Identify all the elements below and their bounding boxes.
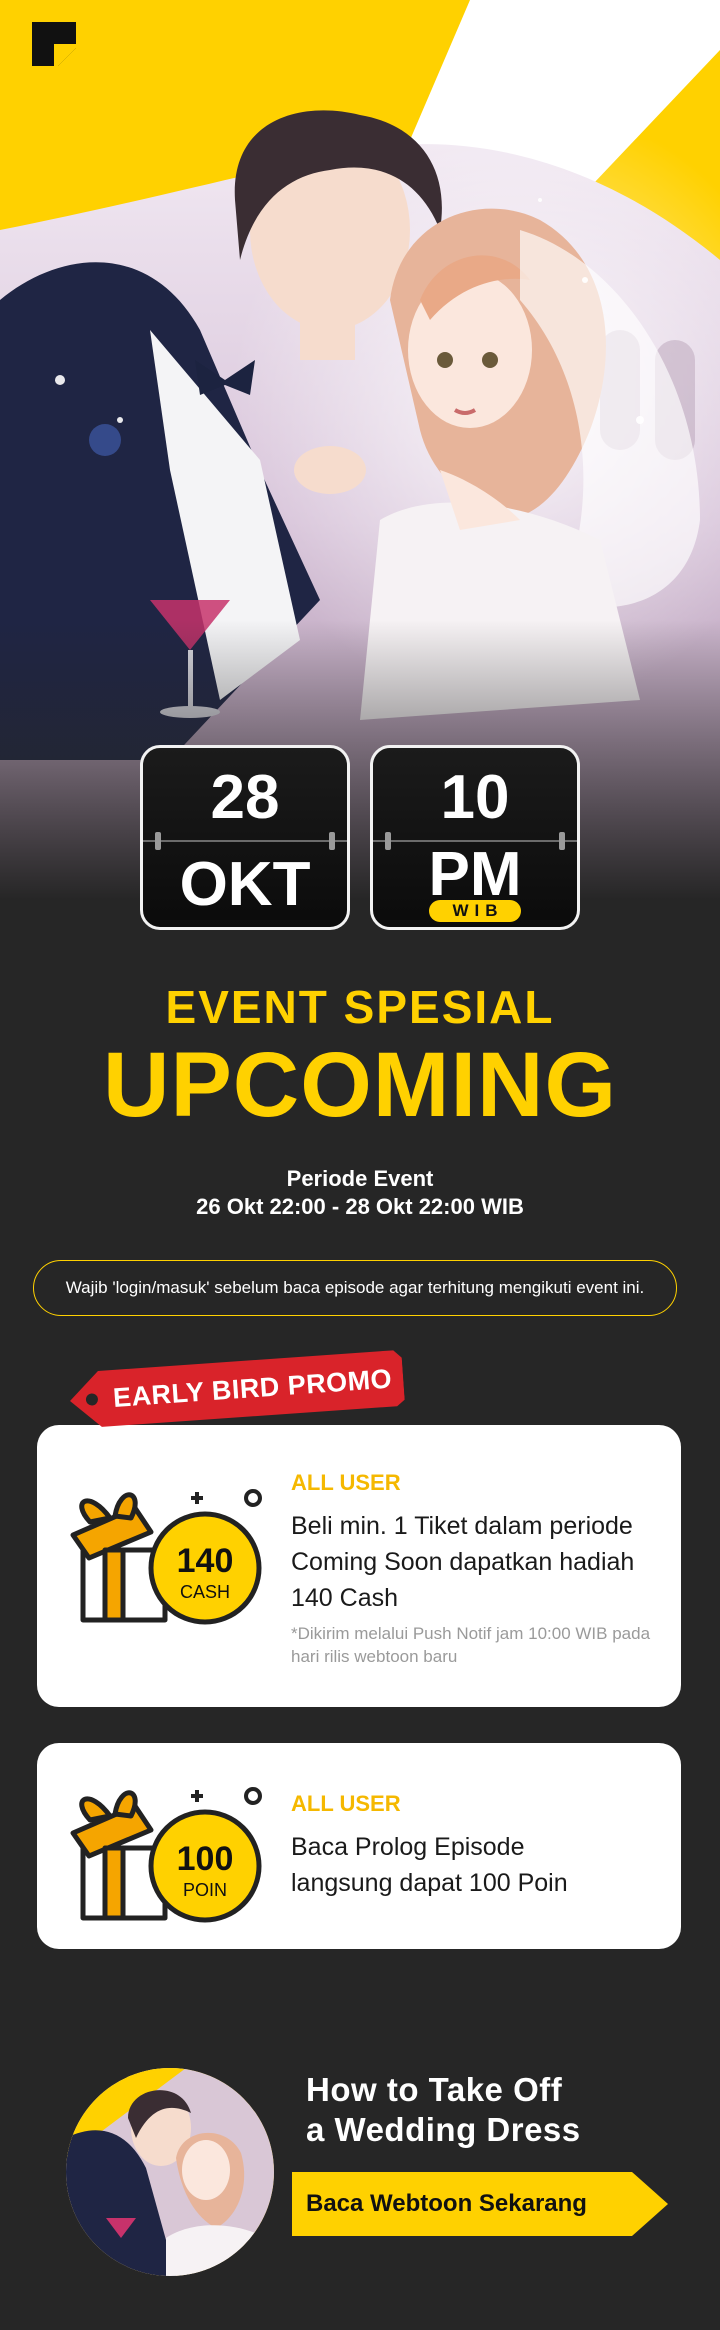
reward-description: Baca Prolog Episode langsung dapat 100 P… — [291, 1833, 568, 1897]
gift-poin-icon: 100 POIN — [70, 1787, 262, 1923]
audience-label: ALL USER — [291, 1791, 401, 1816]
flip-hinge — [329, 832, 335, 850]
date-day: 28 — [210, 763, 280, 832]
thumbnail-illustration — [66, 2068, 274, 2276]
period-range: 26 Okt 22:00 - 28 Okt 22:00 WIB — [196, 1194, 524, 1219]
flip-divider — [143, 840, 347, 842]
badge-value: 140 — [177, 1542, 234, 1580]
badge-value: 100 — [177, 1840, 234, 1878]
flip-hinge — [155, 832, 161, 850]
time-card: 10 PM WIB — [370, 745, 580, 930]
reward-card: 140 CASH ALL USER Beli min. 1 Tiket dala… — [37, 1425, 681, 1707]
early-bird-tag: EARLY BIRD PROMO — [68, 1348, 405, 1431]
banner-title-line: How to Take Off — [306, 2071, 563, 2108]
read-now-label: Baca Webtoon Sekarang — [306, 2190, 587, 2217]
reward-description: Beli min. 1 Tiket dalam periode Coming S… — [291, 1512, 635, 1612]
badge-unit: CASH — [180, 1582, 230, 1602]
reward-card: 100 POIN ALL USER Baca Prolog Episode la… — [37, 1743, 681, 1949]
early-bird-label: EARLY BIRD PROMO — [112, 1363, 394, 1413]
event-title: EVENT SPESIAL — [165, 981, 555, 1033]
time-period: PM — [428, 840, 522, 909]
time-zone-badge: WIB — [429, 900, 521, 922]
webtoon-thumbnail[interactable] — [66, 2068, 274, 2276]
banner-title-line: a Wedding Dress — [306, 2111, 581, 2148]
badge-unit: POIN — [183, 1880, 227, 1900]
event-page: 28 OKT 10 PM WIB EVENT SPESIAL UPCOMING … — [0, 0, 720, 2330]
banner-title: How to Take Off a Wedding Dress — [306, 2070, 686, 2150]
login-notice: Wajib 'login/masuk' sebelum baca episode… — [33, 1260, 677, 1316]
audience-label: ALL USER — [291, 1470, 401, 1495]
hero-illustration — [0, 0, 720, 900]
hero-section — [0, 0, 720, 900]
event-headline: UPCOMING — [103, 1034, 617, 1136]
date-card: 28 OKT — [140, 745, 350, 930]
webtoon-logo-icon[interactable] — [32, 22, 76, 66]
reward-note: *Dikirim melalui Push Notif jam 10:00 WI… — [291, 1624, 651, 1666]
read-now-button[interactable]: Baca Webtoon Sekarang — [292, 2172, 668, 2236]
time-hour: 10 — [440, 763, 510, 832]
period-label: Periode Event — [286, 1166, 434, 1191]
date-month: OKT — [179, 850, 311, 919]
gift-cash-icon: 140 CASH — [70, 1489, 262, 1625]
